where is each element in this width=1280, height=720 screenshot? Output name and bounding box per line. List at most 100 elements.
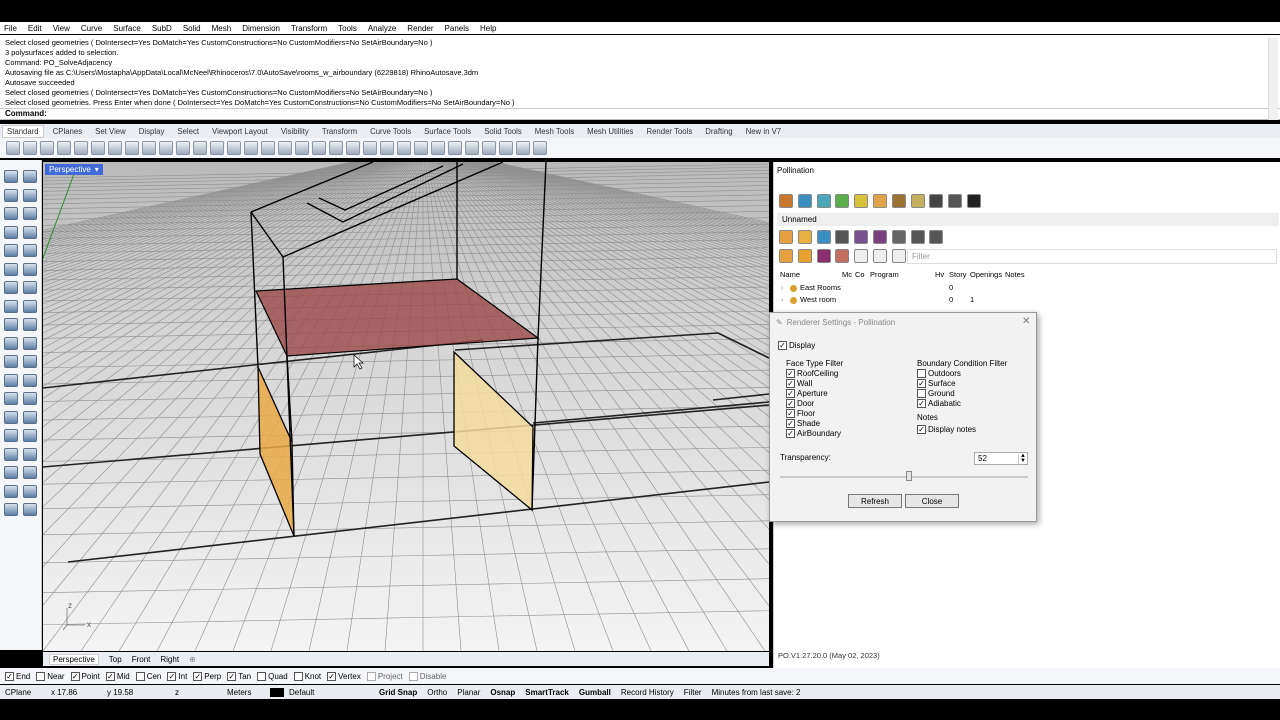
filter-surface[interactable]: ✓ Surface [917,379,956,388]
tab-curve-tools[interactable]: Curve Tools [370,127,411,136]
close-icon[interactable]: ✕ [1022,316,1030,327]
tab-standard[interactable]: Standard [2,124,44,138]
osnap-quad[interactable]: Quad [257,671,288,681]
filter-checkbox[interactable] [917,369,926,378]
bell-icon[interactable] [1014,178,1028,192]
tool-icon[interactable] [4,429,18,442]
filter-roofceiling[interactable]: ✓ RoofCeiling [786,369,838,378]
lock-icon[interactable] [346,141,360,155]
transparency-stepper[interactable]: 52 ▲ ▼ [974,452,1028,465]
tool-icon[interactable] [4,392,18,405]
menu-curve[interactable]: Curve [81,24,102,33]
add-door-icon[interactable] [835,230,850,244]
filter-aperture[interactable]: ✓ Aperture [786,389,828,398]
osnap-checkbox[interactable]: ✓ [193,671,203,681]
filter-checkbox[interactable]: ✓ [786,429,795,438]
transparency-slider-thumb[interactable] [905,471,912,481]
room-green-icon[interactable] [835,194,850,208]
tool-icon[interactable] [4,410,18,424]
menu-tools[interactable]: Tools [338,24,357,33]
tool-icon[interactable] [23,188,37,202]
tool-icon[interactable] [23,392,37,405]
osnap-knot[interactable]: Knot [293,671,321,681]
paste-icon[interactable] [125,141,139,155]
options-icon[interactable] [516,141,530,155]
copy-icon[interactable] [108,141,122,155]
tool-icon[interactable] [23,336,37,350]
search-icon[interactable] [910,194,925,208]
menu-edit[interactable]: Edit [28,24,42,33]
column-header[interactable]: Program [870,270,899,279]
tool-icon[interactable] [4,299,18,313]
display-notes-checkbox[interactable]: ✓ [917,425,926,434]
tab-drafting[interactable]: Drafting [705,127,732,136]
chart-icon[interactable] [956,178,970,192]
aperture-icon[interactable] [873,194,887,208]
osnap-mid[interactable]: ✓ Mid [105,671,130,681]
lights-icon[interactable] [329,141,343,155]
filter-input[interactable]: Filter [907,249,1277,264]
render-preview-icon[interactable] [431,141,445,155]
print-icon[interactable] [57,141,71,155]
viewport-tab-right[interactable]: Right [160,655,179,664]
tool-icon[interactable] [23,466,37,479]
filter-checkbox[interactable]: ✓ [786,419,795,428]
tool-icon[interactable] [4,244,18,257]
ortho-toggle[interactable]: Ortho [422,688,452,697]
tool-icon[interactable] [23,299,37,313]
schedule-icon[interactable] [929,194,944,208]
menu-surface[interactable]: Surface [113,24,141,33]
menu-help[interactable]: Help [480,24,496,33]
osnap-cen[interactable]: Cen [135,671,161,681]
tool-icon[interactable] [4,336,18,350]
tool-icon[interactable] [23,355,37,368]
transparency-slider-track[interactable] [780,476,1028,478]
osnap-disable[interactable]: Disable [408,671,446,681]
tab-new-in-v7[interactable]: New in V7 [746,127,782,136]
save-icon[interactable] [40,141,54,155]
import-icon[interactable] [74,141,88,155]
menu-panels[interactable]: Panels [445,24,469,33]
color-wheel-icon[interactable] [898,178,912,192]
zoom-selected-icon[interactable] [244,141,258,155]
units-label[interactable]: Meters [222,688,266,697]
tool-icon[interactable] [23,244,37,257]
tool-icon[interactable] [23,225,37,239]
osnap-int[interactable]: ✓ Int [167,671,187,681]
display-checkbox[interactable]: ✓ [778,341,787,350]
tool-icon[interactable] [23,262,37,276]
command-history-scrollbar[interactable] [1268,38,1278,120]
display-checkbox-row[interactable]: ✓ Display [778,341,815,350]
command-prompt[interactable]: Command: [0,109,1280,120]
tab-surface-tools[interactable]: Surface Tools [424,127,471,136]
tab-mesh-utilities[interactable]: Mesh Utilities [587,127,633,136]
menu-transform[interactable]: Transform [291,24,327,33]
zoom-extents-icon[interactable] [227,141,241,155]
add-face-icon[interactable] [797,230,812,244]
menu-subd[interactable]: SubD [152,24,172,33]
osnap-checkbox[interactable] [408,671,418,681]
tab-solid-tools[interactable]: Solid Tools [484,127,522,136]
tool-icon[interactable] [4,207,18,220]
tab-mesh-tools[interactable]: Mesh Tools [535,127,574,136]
help-icon[interactable] [533,141,547,155]
settings-small-icon[interactable] [891,249,906,263]
room-list-icon[interactable] [779,249,793,263]
viewport-tab-perspective[interactable]: Perspective [49,653,99,665]
osnap-checkbox[interactable] [135,671,145,681]
osnap-near[interactable]: Near [36,671,65,681]
menu-mesh[interactable]: Mesh [212,24,232,33]
add-aperture-icon[interactable] [816,230,831,244]
edit-icon[interactable] [910,230,925,244]
column-header[interactable]: Openings [970,270,1002,279]
globe-icon[interactable] [869,178,883,192]
tool-icon[interactable] [4,188,18,202]
select-icon[interactable] [278,141,292,155]
zoom-window-icon[interactable] [210,141,224,155]
add-viewport-icon[interactable]: ⊕ [189,655,196,664]
material-icon[interactable] [414,141,428,155]
filter-checkbox[interactable]: ✓ [917,399,926,408]
shield-icon[interactable] [840,178,854,192]
layer-swatch[interactable] [270,687,284,697]
column-header[interactable]: Hv [935,270,944,279]
